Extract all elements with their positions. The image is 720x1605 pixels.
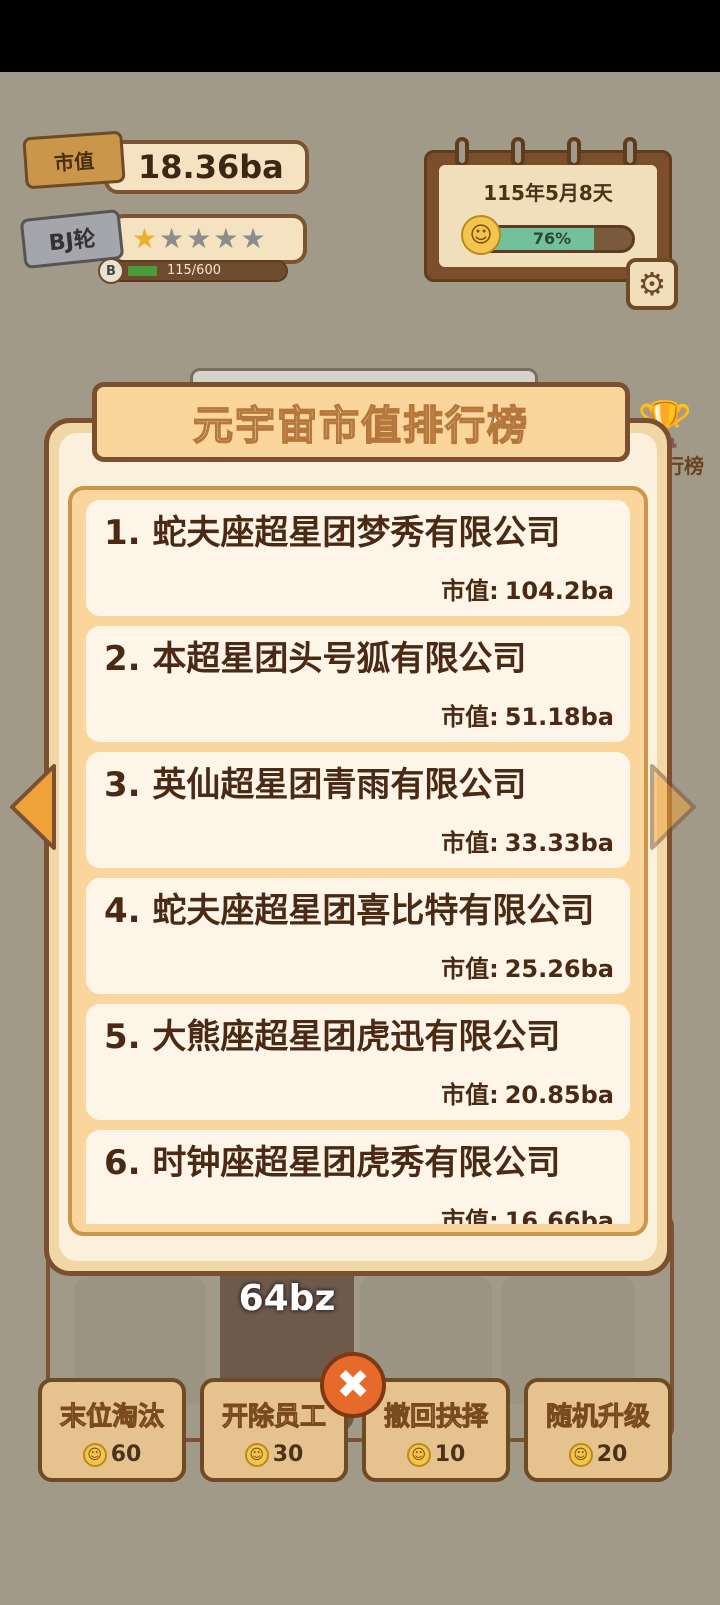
company-name: 6. 时钟座超星团虎秀有限公司 [104, 1143, 561, 1183]
ranking-entry: 4. 蛇夫座超星团喜比特有限公司 市值: 25.26ba [86, 878, 630, 994]
xp-progress-bar: 115/600 B [98, 258, 288, 284]
action-label: 撤回抉择 [383, 1402, 488, 1433]
ranking-entry: 6. 时钟座超星团虎秀有限公司 市值: 16.66ba [86, 1130, 630, 1224]
smile-coin-icon: ☺ [244, 1443, 269, 1467]
smile-coin-icon: ☺ [406, 1443, 431, 1467]
company-name: 5. 大熊座超星团虎迅有限公司 [104, 1017, 561, 1057]
action-cost: ☺ 30 [204, 1442, 344, 1467]
company-value: 市值: 20.85ba [441, 1081, 614, 1109]
market-value-tag-label: 市值 [53, 148, 95, 175]
market-value-tag: 市值 [22, 130, 126, 190]
employee-character-label: 64bz [238, 1278, 336, 1319]
ranking-list-frame: 1. 蛇夫座超星团梦秀有限公司 市值: 104.2ba 2. 本超星团头号狐有限公… [68, 486, 648, 1236]
company-value: 市值: 104.2ba [441, 577, 614, 605]
star-icon: ★ [159, 222, 185, 255]
calendar-ring [623, 137, 637, 167]
action-label: 开除员工 [221, 1402, 326, 1433]
rank-tag-label: BJ轮 [47, 226, 97, 257]
star-icon: ★ [213, 222, 239, 255]
company-name: 1. 蛇夫座超星团梦秀有限公司 [104, 513, 561, 553]
company-value: 市值: 33.33ba [441, 829, 614, 857]
xp-progress-text: 115/600 [166, 263, 221, 278]
calendar-page: 115年5月8天 76% ☺ [439, 165, 657, 267]
settings-button[interactable]: ⚙ [626, 258, 678, 310]
star-icon: ★ [186, 222, 212, 255]
action-cost: ☺ 10 [366, 1442, 506, 1467]
gear-icon: ⚙ [637, 265, 667, 303]
market-value-display: 18.36ba [104, 140, 309, 194]
smile-coin-icon: ☺ [82, 1443, 107, 1467]
xp-badge: B [98, 258, 124, 284]
calendar-ring [511, 137, 525, 167]
company-name: 2. 本超星团头号狐有限公司 [104, 639, 527, 679]
calendar-ring [455, 137, 469, 167]
smile-coin-icon: ☺ [568, 1443, 593, 1467]
status-bar [0, 0, 720, 72]
star-icon: ★ [240, 222, 266, 255]
next-page-arrow-icon[interactable] [646, 762, 700, 852]
action-cost: ☺ 20 [528, 1442, 668, 1467]
company-value: 市值: 51.18ba [441, 703, 614, 731]
company-name: 3. 英仙超星团青雨有限公司 [104, 765, 527, 805]
rank-stars: ★ ★ ★ ★ ★ [110, 214, 307, 264]
previous-page-arrow-icon[interactable] [6, 762, 60, 852]
calendar-ring [567, 137, 581, 167]
eliminate-last-button[interactable]: 末位淘汰 ☺ 60 [38, 1378, 186, 1482]
market-value-text: 18.36ba [138, 148, 284, 186]
close-icon: ✖ [336, 1362, 370, 1408]
ranking-modal-title: 元宇宙市值排行榜 [92, 382, 630, 462]
company-name: 4. 蛇夫座超星团喜比特有限公司 [104, 891, 595, 931]
ranking-entry: 1. 蛇夫座超星团梦秀有限公司 市值: 104.2ba [86, 500, 630, 616]
game-screen: 18.36ba 市值 ★ ★ ★ ★ ★ BJ轮 115/600 B 115年5… [0, 72, 720, 1605]
calendar-date: 115年5月8天 [483, 181, 613, 205]
ranking-list[interactable]: 1. 蛇夫座超星团梦秀有限公司 市值: 104.2ba 2. 本超星团头号狐有限公… [86, 500, 630, 1224]
close-modal-button[interactable]: ✖ [320, 1352, 386, 1418]
star-icon: ★ [132, 222, 158, 255]
company-value: 市值: 25.26ba [441, 955, 614, 983]
action-label: 末位淘汰 [59, 1402, 164, 1433]
action-label: 随机升级 [545, 1402, 650, 1433]
smile-icon: ☺ [461, 215, 501, 255]
ranking-entry: 3. 英仙超星团青雨有限公司 市值: 33.33ba [86, 752, 630, 868]
company-value: 市值: 16.66ba [441, 1207, 614, 1224]
random-upgrade-button[interactable]: 随机升级 ☺ 20 [524, 1378, 672, 1482]
ranking-entry: 5. 大熊座超星团虎迅有限公司 市值: 20.85ba [86, 1004, 630, 1120]
action-cost: ☺ 60 [42, 1442, 182, 1467]
ranking-entry: 2. 本超星团头号狐有限公司 市值: 51.18ba [86, 626, 630, 742]
